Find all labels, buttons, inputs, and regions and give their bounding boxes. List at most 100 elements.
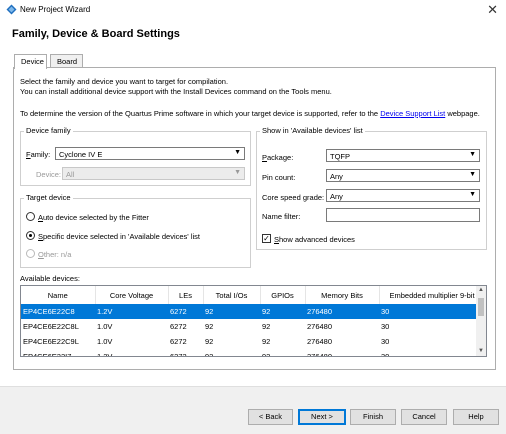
auto-device-radio[interactable]: [26, 212, 35, 221]
other-device-radio[interactable]: [26, 249, 35, 258]
table-cell: 1.2V: [97, 352, 113, 357]
family-select[interactable]: Cyclone IV E ▼: [55, 147, 245, 160]
auto-device-label[interactable]: Auto device selected by the Fitter: [38, 213, 149, 222]
filters-legend: Show in 'Available devices' list: [260, 126, 365, 135]
intro-line-2: You can install additional device suppor…: [20, 87, 332, 96]
table-cell: 92: [203, 304, 260, 319]
column-header[interactable]: Embedded multiplier 9-bit elements: [379, 286, 479, 304]
page-title: Family, Device & Board Settings: [12, 28, 180, 40]
table-cell: 92: [262, 352, 271, 357]
tab-board[interactable]: Board: [50, 54, 83, 68]
table-cell: 276480: [305, 304, 379, 319]
chevron-down-icon: ▼: [469, 151, 476, 158]
table-cell: 30: [381, 337, 390, 346]
table-cell: 92: [260, 304, 305, 319]
table-cell: 6272: [170, 352, 187, 357]
chevron-down-icon: ▼: [469, 191, 476, 198]
table-cell: 276480: [307, 352, 333, 357]
speed-grade-label: Core speed grade:: [262, 193, 325, 202]
devices-grid: Name Core Voltage LEs Total I/Os GPIOs M…: [21, 286, 479, 357]
table-cell: 6272: [170, 337, 187, 346]
support-info: To determine the version of the Quartus …: [20, 109, 480, 118]
available-devices-label: Available devices:: [20, 274, 80, 283]
package-select-value: TQFP: [330, 152, 350, 161]
table-cell: 92: [262, 322, 271, 331]
pin-count-select-value: Any: [330, 172, 343, 181]
table-row[interactable]: EP4CE6E22C8 1.2V 6272 92 92 276480 30: [21, 304, 478, 319]
speed-grade-select-value: Any: [330, 192, 343, 201]
scroll-up-icon[interactable]: ▲: [478, 287, 484, 293]
device-support-list-link[interactable]: Device Support List: [380, 109, 445, 118]
table-cell: 92: [205, 352, 214, 357]
family-label: Family:: [26, 150, 51, 159]
family-select-value: Cyclone IV E: [59, 150, 103, 159]
device-family-legend: Device family: [24, 126, 73, 135]
device-select[interactable]: All ▼: [62, 167, 245, 180]
table-cell: 92: [205, 337, 214, 346]
table-cell: EP4CE6E22C9L: [23, 337, 79, 346]
help-button[interactable]: Help: [453, 409, 499, 425]
radio-selected-dot: [29, 234, 32, 237]
table-cell: 30: [379, 304, 478, 319]
show-advanced-label[interactable]: Show advanced devices: [274, 235, 355, 244]
speed-grade-select[interactable]: Any ▼: [326, 189, 480, 202]
table-row[interactable]: EP4CE6E22C9L 1.0V 6272 92 92 276480 30: [21, 334, 478, 349]
device-select-value: All: [66, 170, 75, 179]
close-icon[interactable]: ✕: [487, 2, 498, 18]
column-header[interactable]: Total I/Os: [203, 286, 261, 304]
table-cell: 1.2V: [95, 304, 168, 319]
table-cell: EP4CE6E22C8L: [23, 322, 79, 331]
package-label: Package:: [262, 153, 294, 162]
chevron-down-icon: ▼: [234, 149, 241, 156]
chevron-down-icon: ▼: [234, 169, 241, 176]
column-header[interactable]: Core Voltage: [95, 286, 169, 304]
target-device-legend: Target device: [24, 193, 73, 202]
scroll-down-icon[interactable]: ▼: [478, 348, 484, 354]
column-header[interactable]: LEs: [168, 286, 204, 304]
name-filter-label: Name filter:: [262, 212, 301, 221]
package-select[interactable]: TQFP ▼: [326, 149, 480, 162]
checkmark-icon: ✓: [263, 234, 270, 243]
table-cell: EP4CE6E22C8: [21, 304, 95, 319]
support-text-pre: To determine the version of the Quartus …: [20, 109, 381, 118]
finish-button[interactable]: Finish: [350, 409, 396, 425]
chevron-down-icon: ▼: [469, 171, 476, 178]
table-cell: 92: [205, 322, 214, 331]
show-advanced-checkbox[interactable]: ✓: [262, 234, 271, 243]
name-filter-input[interactable]: [326, 208, 480, 222]
specific-device-label[interactable]: Specific device selected in 'Available d…: [38, 232, 200, 241]
next-button[interactable]: Next >: [298, 409, 346, 425]
table-row[interactable]: EP4CE6E22C8L 1.0V 6272 92 92 276480 30: [21, 319, 478, 334]
table-cell: 30: [381, 352, 390, 357]
back-button[interactable]: < Back: [248, 409, 293, 425]
header-row: Name Core Voltage LEs Total I/Os GPIOs M…: [21, 286, 479, 304]
cancel-button[interactable]: Cancel: [401, 409, 447, 425]
table-cell: 276480: [307, 322, 333, 331]
table-row[interactable]: EP4CE6E22I7 1.2V 6272 92 92 276480 30: [21, 349, 478, 357]
column-header[interactable]: Memory Bits: [305, 286, 380, 304]
table-cell: 30: [381, 322, 390, 331]
intro-line-1: Select the family and device you want to…: [20, 77, 229, 86]
window-title: New Project Wizard: [20, 5, 91, 14]
support-text-post: webpage.: [445, 109, 480, 118]
scrollbar-thumb[interactable]: [478, 298, 484, 316]
table-cell: 6272: [168, 304, 203, 319]
table-cell: 1.0V: [97, 322, 113, 331]
device-label: Device:: [36, 170, 62, 179]
title-bar: New Project Wizard ✕: [0, 0, 506, 20]
tab-device[interactable]: Device: [14, 54, 47, 69]
table-cell: EP4CE6E22I7: [23, 352, 72, 357]
table-cell: 6272: [170, 322, 187, 331]
table-cell: 92: [262, 337, 271, 346]
pin-count-label: Pin count:: [262, 173, 296, 182]
specific-device-radio[interactable]: [26, 231, 35, 240]
pin-count-select[interactable]: Any ▼: [326, 169, 480, 182]
table-vertical-scrollbar[interactable]: ▲ ▼: [476, 286, 486, 356]
other-device-label: Other: n/a: [38, 250, 72, 259]
column-header[interactable]: Name: [21, 286, 96, 304]
available-devices-table: Name Core Voltage LEs Total I/Os GPIOs M…: [20, 285, 487, 357]
table-cell: 276480: [307, 337, 333, 346]
intro-text: Select the family and device you want to…: [20, 77, 332, 97]
wizard-app-icon: [6, 4, 17, 15]
column-header[interactable]: GPIOs: [260, 286, 306, 304]
